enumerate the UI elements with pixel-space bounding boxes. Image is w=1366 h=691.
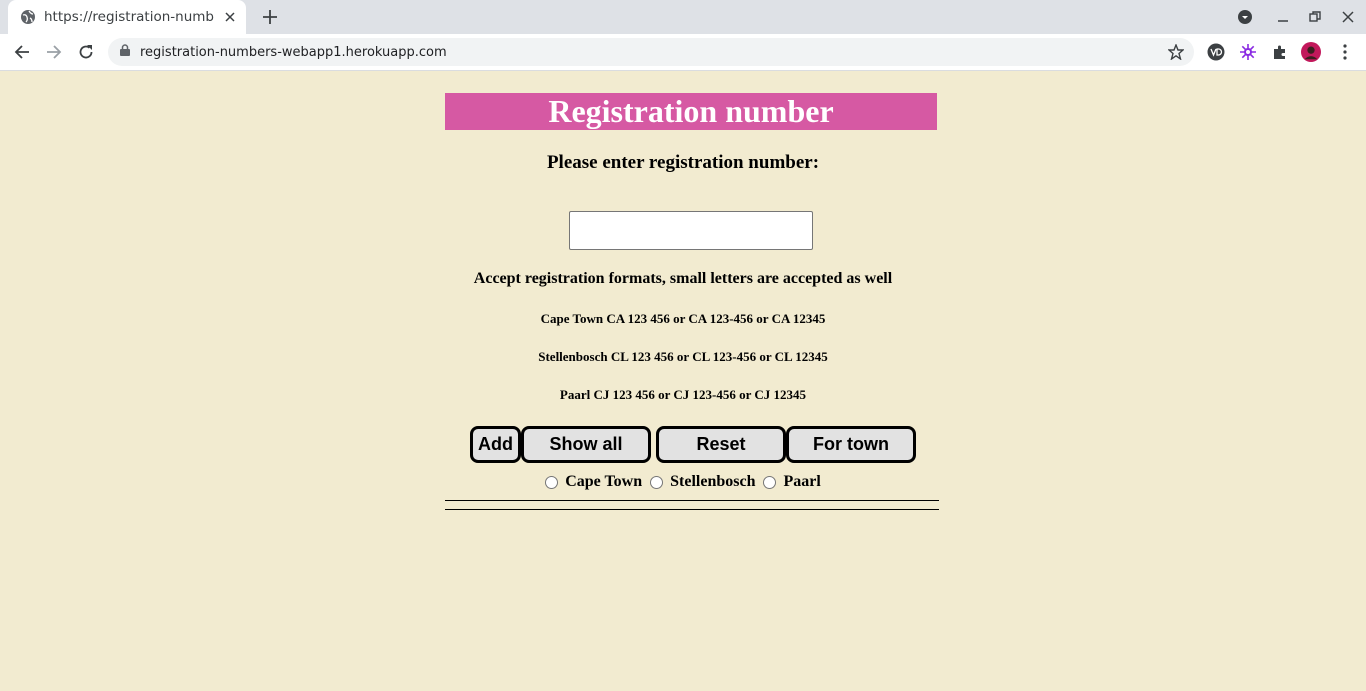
address-bar[interactable]: registration-numbers-webapp1.herokuapp.c… bbox=[108, 38, 1194, 66]
tab-search-icon[interactable] bbox=[1235, 7, 1255, 27]
reset-button[interactable]: Reset bbox=[656, 426, 786, 463]
extension-vd-icon[interactable] bbox=[1206, 42, 1226, 62]
radio-button[interactable] bbox=[545, 475, 559, 489]
radio-label: Cape Town bbox=[565, 473, 643, 490]
lock-icon[interactable] bbox=[120, 43, 130, 61]
divider-bottom bbox=[445, 509, 939, 510]
radio-cape-town[interactable]: Cape Town bbox=[545, 473, 642, 491]
registration-prompt: Please enter registration number: bbox=[546, 152, 820, 173]
radio-paarl[interactable]: Paarl bbox=[763, 473, 821, 491]
radio-stellenbosch[interactable]: Stellenbosch bbox=[650, 473, 755, 491]
browser-toolbar: registration-numbers-webapp1.herokuapp.c… bbox=[0, 34, 1366, 71]
add-button[interactable]: Add bbox=[470, 426, 521, 463]
tab-bar: https://registration-numb bbox=[0, 0, 1366, 34]
format-cape-town: Cape Town CA 123 456 or CA 123-456 or CA… bbox=[540, 311, 826, 326]
page-banner: Registration number bbox=[445, 93, 937, 130]
profile-avatar[interactable] bbox=[1301, 42, 1321, 62]
browser-tab[interactable]: https://registration-numb bbox=[8, 0, 246, 34]
extensions-puzzle-icon[interactable] bbox=[1270, 42, 1290, 62]
url-text: registration-numbers-webapp1.herokuapp.c… bbox=[140, 44, 447, 60]
page-title: Registration number bbox=[548, 93, 834, 129]
for-town-button[interactable]: For town bbox=[786, 426, 916, 463]
radio-button[interactable] bbox=[763, 475, 777, 489]
page-content: Registration number Please enter registr… bbox=[0, 72, 1366, 691]
new-tab-button[interactable] bbox=[258, 5, 282, 29]
divider-top bbox=[445, 500, 939, 501]
registration-input[interactable] bbox=[569, 211, 813, 250]
radio-label: Stellenbosch bbox=[670, 473, 756, 490]
close-tab-icon[interactable] bbox=[222, 9, 238, 25]
formats-heading: Accept registration formats, small lette… bbox=[473, 270, 893, 287]
close-window-icon[interactable] bbox=[1338, 7, 1358, 27]
extension-purple-icon[interactable] bbox=[1238, 42, 1258, 62]
reload-icon[interactable] bbox=[74, 40, 98, 64]
tab-title: https://registration-numb bbox=[44, 9, 214, 25]
menu-kebab-icon[interactable] bbox=[1335, 42, 1355, 62]
show-all-button[interactable]: Show all bbox=[521, 426, 651, 463]
town-radio-group: Cape Town Stellenbosch Paarl bbox=[0, 473, 1366, 491]
radio-label: Paarl bbox=[783, 473, 821, 490]
globe-icon bbox=[20, 9, 36, 25]
bookmark-star-icon[interactable] bbox=[1167, 43, 1185, 61]
back-icon[interactable] bbox=[10, 40, 34, 64]
radio-button[interactable] bbox=[650, 475, 664, 489]
format-paarl: Paarl CJ 123 456 or CJ 123-456 or CJ 123… bbox=[559, 387, 807, 402]
format-stellenbosch: Stellenbosch CL 123 456 or CL 123-456 or… bbox=[538, 349, 828, 364]
forward-icon[interactable] bbox=[42, 40, 66, 64]
restore-icon[interactable] bbox=[1305, 7, 1325, 27]
minimize-icon[interactable] bbox=[1273, 7, 1293, 27]
